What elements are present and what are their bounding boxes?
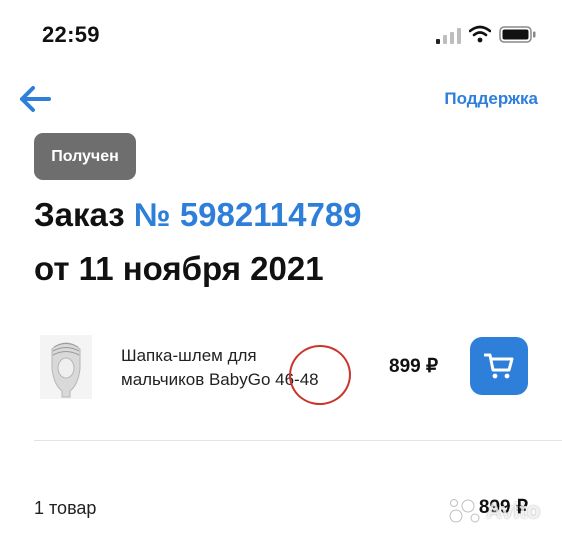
arrow-left-icon — [20, 86, 51, 112]
status-time: 22:59 — [42, 22, 100, 47]
back-button[interactable] — [18, 84, 52, 114]
support-link[interactable]: Поддержка — [444, 89, 538, 109]
order-number[interactable]: № 5982114789 — [134, 196, 362, 233]
order-title: Заказ № 5982114789 — [34, 192, 362, 238]
product-row[interactable]: Шапка-шлем для мальчиков BabyGo 46-48 89… — [0, 330, 562, 410]
avito-logo-icon — [449, 499, 480, 523]
product-image — [40, 335, 92, 399]
product-price: 899 ₽ — [389, 356, 439, 377]
order-title-prefix: Заказ — [34, 196, 125, 233]
watermark-text: Avito — [486, 498, 541, 523]
status-badge: Получен — [34, 133, 136, 180]
divider — [34, 440, 562, 441]
avito-watermark: Avito — [448, 496, 540, 526]
signal-icon — [436, 28, 461, 44]
order-date: от 11 ноября 2021 — [34, 250, 324, 287]
add-to-cart-button[interactable] — [470, 337, 528, 395]
wifi-icon — [469, 25, 491, 43]
battery-icon — [499, 26, 536, 43]
items-count: 1 товар — [34, 498, 97, 518]
status-bar: 22:59 — [0, 0, 562, 66]
cart-icon — [484, 353, 514, 379]
